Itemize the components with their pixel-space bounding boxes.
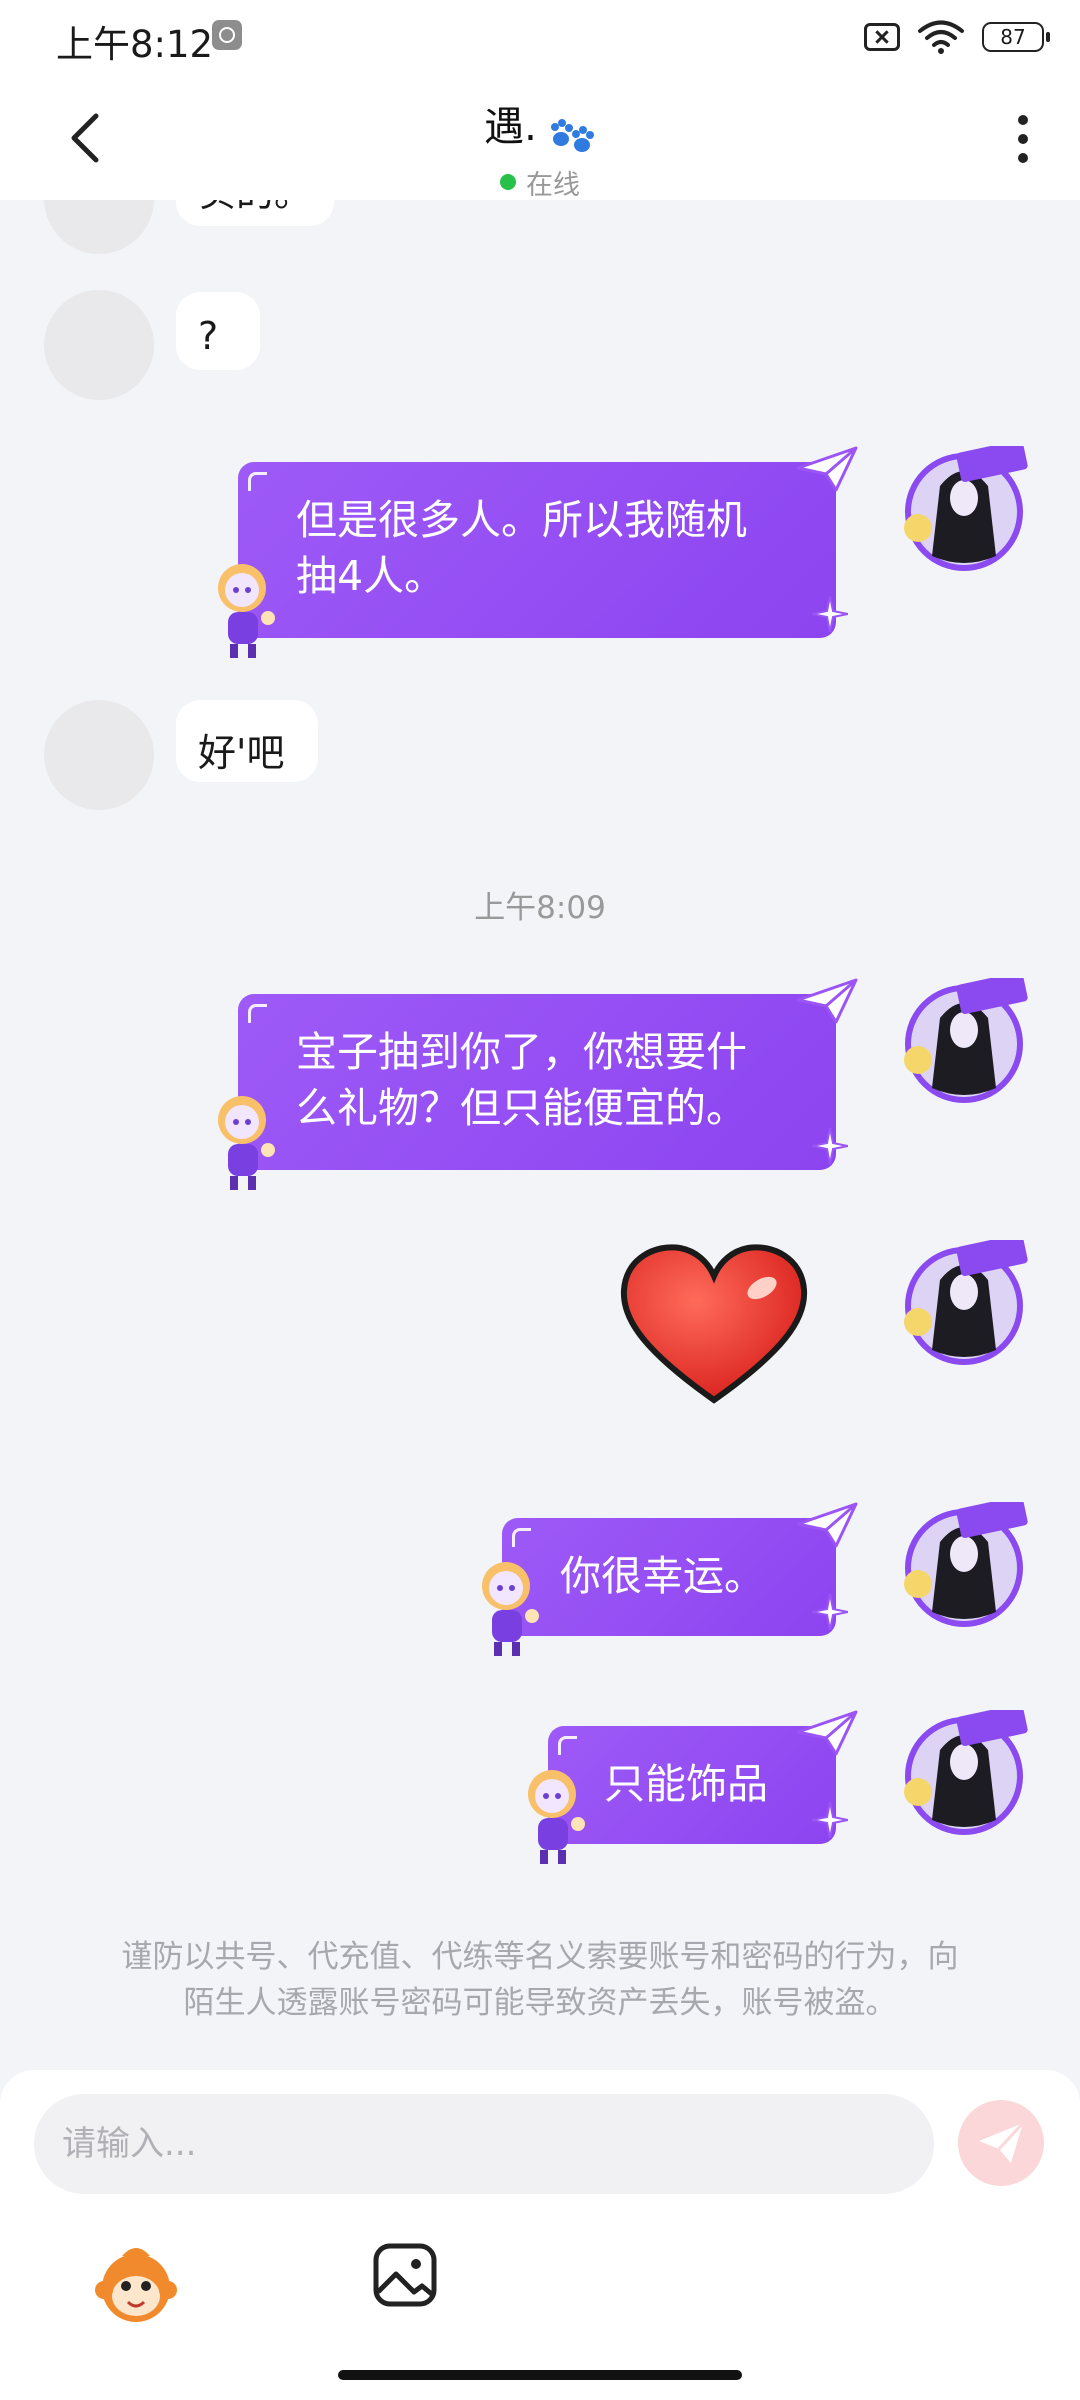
more-options-icon[interactable] (1016, 110, 1030, 166)
no-sim-icon (864, 23, 900, 51)
send-button[interactable] (958, 2100, 1044, 2186)
chat-area[interactable]: 实的。 ? 但是很多人。所以我随机 抽4人。 好'吧 上午8:09 宝子抽到你了… (0, 200, 1080, 2070)
chat-header: 遇. 在线 (0, 76, 1080, 202)
paper-plane-icon (796, 446, 858, 492)
message-input[interactable] (34, 2094, 934, 2194)
image-icon[interactable] (370, 2240, 440, 2310)
message-line: 但是很多人。所以我随机 (296, 496, 747, 544)
battery-icon: 87 (982, 22, 1050, 52)
mascot-sticker-icon (482, 1562, 539, 1656)
message-bubble-sent[interactable]: 宝子抽到你了，你想要什 么礼物？但只能便宜的。 (238, 994, 836, 1170)
message-bubble-received[interactable]: ? (176, 292, 260, 370)
contact-avatar[interactable] (44, 200, 154, 254)
paper-plane-icon (796, 1502, 858, 1548)
message-line: 你很幸运。 (560, 1552, 765, 1600)
composer (0, 2070, 1080, 2400)
home-indicator[interactable] (338, 2370, 742, 2380)
status-bar: 上午8:12 87 (0, 0, 1080, 76)
security-warning: 谨防以共号、代充值、代练等名义索要账号和密码的行为，向 陌生人透露账号密码可能导… (121, 1939, 959, 2021)
emoji-icon[interactable] (92, 2240, 180, 2328)
wifi-icon (918, 20, 964, 54)
message-bubble-received[interactable]: 实的。 (176, 200, 335, 226)
presence-label: 在线 (526, 169, 580, 201)
my-avatar[interactable] (900, 1502, 1028, 1630)
message-bubble-sent[interactable]: 但是很多人。所以我随机 抽4人。 (238, 462, 836, 638)
title-block: 遇. 在线 (0, 94, 1080, 202)
my-avatar[interactable] (900, 1240, 1028, 1368)
message-timestamp: 上午8:09 (474, 890, 606, 926)
battery-level: 87 (1000, 25, 1026, 49)
sparkle-icon (812, 1802, 848, 1838)
message-line: 只能饰品 (604, 1760, 768, 1808)
message-bubble-received[interactable]: 好'吧 (176, 700, 318, 782)
mascot-sticker-icon (528, 1770, 585, 1864)
my-avatar[interactable] (900, 978, 1028, 1106)
sparkle-icon (812, 1128, 848, 1164)
message-bubble-sent[interactable]: 只能饰品 (548, 1726, 836, 1844)
sparkle-icon (812, 596, 848, 632)
presence-status: 在线 (0, 163, 1080, 202)
paper-plane-icon (796, 978, 858, 1024)
mascot-sticker-icon (218, 1096, 275, 1190)
message-line: 抽4人。 (296, 552, 446, 600)
paw-icon (550, 118, 594, 152)
contact-title[interactable]: 遇. (0, 94, 1080, 157)
send-icon (979, 2121, 1025, 2163)
contact-avatar[interactable] (44, 700, 154, 810)
paper-plane-icon (796, 1710, 858, 1756)
app-notification-icon (212, 20, 242, 50)
message-line: 宝子抽到你了，你想要什 (296, 1028, 747, 1076)
my-avatar[interactable] (900, 446, 1028, 574)
message-line: 么礼物？但只能便宜的。 (296, 1084, 747, 1132)
mascot-sticker-icon (218, 564, 275, 658)
sparkle-icon (812, 1594, 848, 1630)
my-avatar[interactable] (900, 1710, 1028, 1838)
contact-avatar[interactable] (44, 290, 154, 400)
message-bubble-sent[interactable]: 你很幸运。 (502, 1518, 836, 1636)
status-time: 上午8:12 (56, 23, 214, 66)
contact-name: 遇. (484, 104, 537, 150)
status-icons: 87 (864, 18, 1050, 56)
online-dot (500, 174, 516, 190)
heart-sticker[interactable] (616, 1240, 812, 1410)
